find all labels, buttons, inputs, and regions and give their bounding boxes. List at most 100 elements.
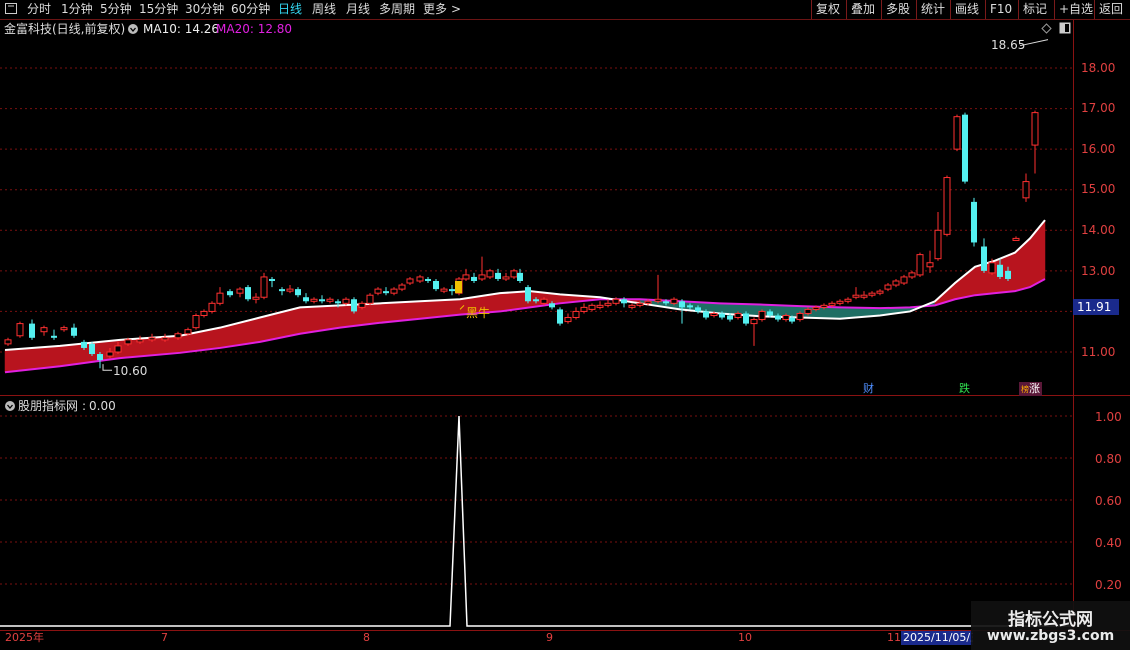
candle-body-up — [406, 278, 414, 284]
adjust-button[interactable]: 复权 — [811, 0, 846, 19]
candle-body-down — [279, 289, 285, 292]
tab-5min[interactable]: 5分钟 — [100, 1, 132, 18]
candle-body-up — [502, 276, 510, 280]
tab-more[interactable]: 更多 — [423, 1, 447, 18]
mark-button[interactable]: 标记 — [1018, 0, 1054, 19]
indicator-tick: 0.60 — [1095, 494, 1122, 508]
tab-daily[interactable]: 日线 — [278, 1, 302, 18]
candle-body-up — [114, 345, 122, 353]
candle-body-up — [612, 298, 620, 304]
tab-weekly[interactable]: 周线 — [312, 1, 336, 18]
candle-body-up — [852, 294, 860, 298]
candle-body-down — [997, 264, 1003, 277]
candle-body-up — [236, 288, 244, 294]
date-label: 11 — [887, 631, 901, 644]
candle-body-up — [1012, 237, 1020, 241]
candle-body-up — [926, 262, 934, 268]
back-button[interactable]: 返回 — [1094, 0, 1130, 19]
candle-body-up — [462, 274, 470, 280]
candlestick-chart[interactable] — [0, 20, 1073, 395]
indicator-tick: 0.40 — [1095, 536, 1122, 550]
current-price-label: 11.91 — [1073, 299, 1119, 315]
rise-marker[interactable]: 榜涨 — [1019, 382, 1042, 396]
candle-body-up — [200, 310, 208, 316]
candle-body-down — [303, 297, 309, 302]
statistics-button[interactable]: 统计 — [916, 0, 950, 19]
candle-body-up — [916, 254, 924, 276]
draw-line-button[interactable]: 画线 — [950, 0, 985, 19]
tab-30min[interactable]: 30分钟 — [185, 1, 224, 18]
candle-body-up — [260, 276, 268, 298]
add-watchlist-button[interactable]: +自选 — [1054, 0, 1094, 19]
price-tick: 15.00 — [1081, 182, 1116, 196]
candle-body-up — [953, 116, 961, 150]
candle-body-up — [868, 292, 876, 296]
candle-body-down — [789, 317, 795, 322]
tab-monthly[interactable]: 月线 — [346, 1, 370, 18]
candle-body-up — [900, 276, 908, 284]
candle-body-up — [820, 304, 828, 308]
date-label: 10 — [738, 631, 752, 644]
candle-body-down — [245, 287, 251, 300]
candle-body-up — [16, 323, 24, 337]
candle-body-down — [319, 299, 325, 302]
candle-body-up — [628, 304, 636, 308]
price-tick: 18.00 — [1081, 61, 1116, 75]
date-label: 8 — [363, 631, 370, 644]
indicator-chart[interactable] — [0, 396, 1073, 630]
candle-body-down — [29, 323, 35, 338]
candle-body-up — [876, 290, 884, 294]
candle-body-up — [136, 339, 144, 343]
chevron-right-icon[interactable]: > — [451, 1, 461, 18]
candle-body-down — [962, 114, 968, 182]
tab-multi-period[interactable]: 多周期 — [379, 1, 415, 18]
multi-stock-button[interactable]: 多股 — [881, 0, 916, 19]
candle-body-down — [775, 315, 781, 320]
candle-body-up — [326, 298, 334, 302]
f10-button[interactable]: F10 — [985, 0, 1018, 19]
candle-body-up — [286, 288, 294, 292]
candle-body-up — [644, 300, 652, 304]
candle-body-up — [670, 298, 678, 304]
tab-1min[interactable]: 1分钟 — [61, 1, 93, 18]
price-axis-divider — [1073, 20, 1074, 630]
finance-marker[interactable]: 财 — [861, 382, 876, 395]
candle-body-down — [335, 301, 341, 304]
watermark-title: 指标公式网 — [1008, 610, 1093, 630]
candle-body-up — [174, 333, 182, 339]
period-toolbar: 分时 1分钟 5分钟 15分钟 30分钟 60分钟 日线 周线 月线 多周期 更… — [0, 0, 1130, 20]
candle-body-down — [425, 278, 431, 281]
candle-body-up — [416, 276, 424, 282]
candle-body-up — [374, 288, 382, 294]
candle-body-up — [398, 284, 406, 290]
candle-body-down — [719, 313, 725, 318]
candle-body-up — [390, 288, 398, 294]
date-label: 9 — [546, 631, 553, 644]
candle-body-up — [934, 229, 942, 260]
candle-body-up — [580, 306, 588, 312]
candle-body-up — [1022, 181, 1030, 199]
tab-intraday[interactable]: 分时 — [27, 1, 51, 18]
tab-60min[interactable]: 60分钟 — [231, 1, 270, 18]
chart-mode-icon[interactable] — [4, 1, 18, 18]
candle-body-up — [908, 272, 916, 278]
candle-body-down — [227, 291, 233, 296]
candle-body-up — [884, 284, 892, 290]
watermark-url: www.zbgs3.com — [986, 628, 1115, 644]
candle-body-up — [710, 312, 718, 316]
candle-body-down — [695, 307, 701, 312]
candle-body-up — [440, 288, 448, 292]
candle-body-up — [40, 327, 48, 333]
high-price-label: 18.65 — [991, 38, 1026, 52]
candle-body-down — [433, 281, 439, 290]
fall-marker[interactable]: 跌 — [957, 382, 972, 395]
candle-body-up — [636, 302, 644, 306]
candle-body-down — [727, 315, 733, 320]
candle-body-up — [310, 298, 318, 302]
candle-body-up — [216, 292, 224, 304]
candle-body-up — [4, 339, 12, 345]
candle-body-down — [533, 299, 539, 302]
tab-15min[interactable]: 15分钟 — [139, 1, 178, 18]
candle-body-up — [124, 339, 132, 345]
overlay-button[interactable]: 叠加 — [846, 0, 881, 19]
